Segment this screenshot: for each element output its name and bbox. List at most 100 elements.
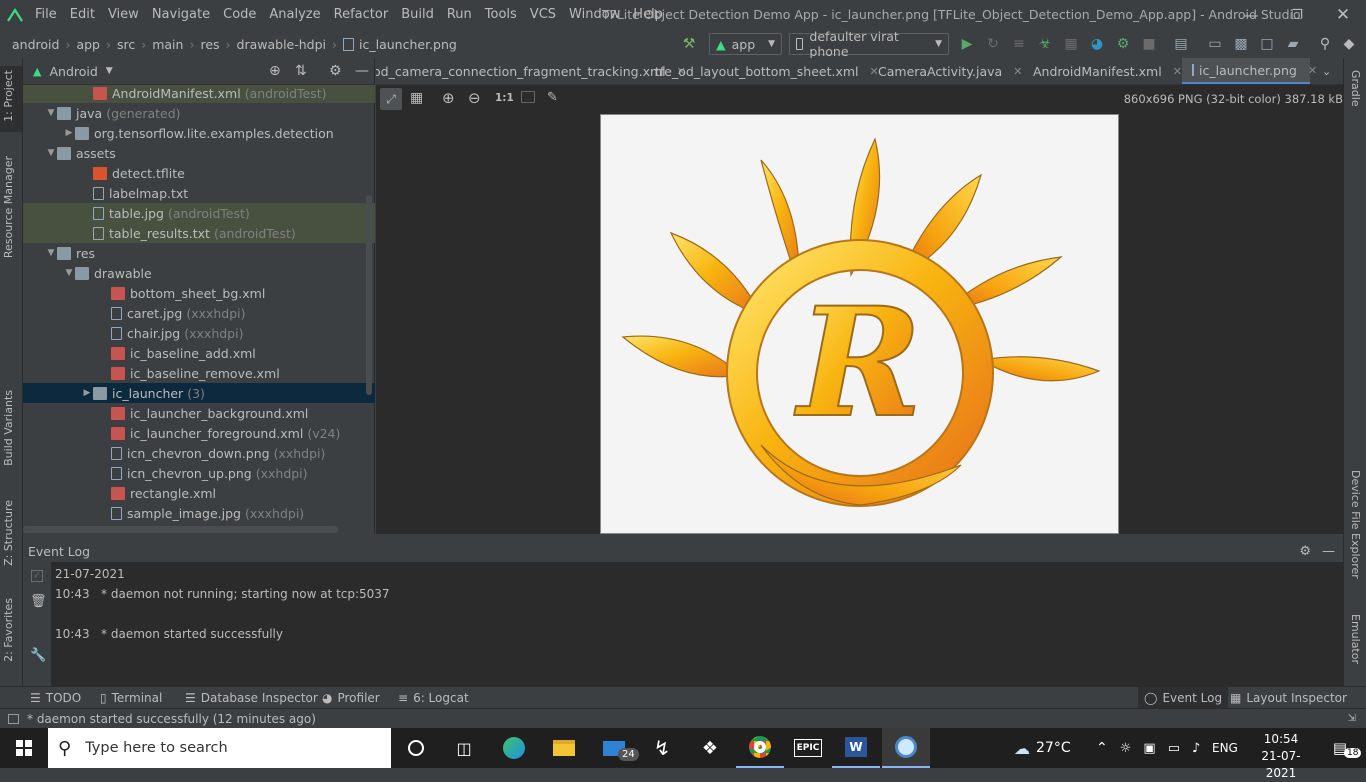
tab-ic-launcher[interactable]: ic_launcher.png ✕	[1182, 58, 1317, 84]
tree-item[interactable]: ▼ assets	[23, 143, 375, 163]
collapse-arrow-icon[interactable]: ▶	[81, 388, 93, 398]
color-picker-icon[interactable]: ✎	[547, 90, 558, 105]
locate-icon[interactable]: ⊕	[269, 63, 281, 79]
edge-app[interactable]	[490, 728, 538, 768]
breadcrumb-item[interactable]: android	[12, 37, 59, 52]
tab-logcat[interactable]: ≡ 6: Logcat	[398, 687, 469, 709]
grid-icon[interactable]: ▦	[410, 90, 423, 106]
tree-item[interactable]: icn_chevron_down.png (xxhdpi)	[23, 443, 375, 463]
device-select[interactable]: defaulter virat phone ▼	[789, 29, 949, 59]
chrome-app[interactable]	[736, 728, 784, 768]
tree-horizontal-scrollbar[interactable]	[23, 526, 338, 533]
ide-settings-icon[interactable]: ◆	[1341, 36, 1357, 52]
menu-navigate[interactable]: Navigate	[147, 0, 218, 30]
word-app[interactable]: W	[832, 728, 880, 768]
tree-item[interactable]: rectangle.xml	[23, 483, 375, 503]
gear-icon[interactable]: ⚙	[1299, 544, 1311, 559]
tab-event-log[interactable]: ◯ Event Log	[1138, 687, 1229, 709]
menu-file[interactable]: File	[30, 0, 65, 30]
app-lightning[interactable]: ↯	[638, 728, 686, 768]
tree-item[interactable]: ▼ drawable	[23, 263, 375, 283]
breadcrumb-item[interactable]: drawable-hdpi	[237, 37, 327, 52]
hide-panel-icon[interactable]: —	[1322, 544, 1335, 559]
tree-item[interactable]: ▶ org.tensorflow.lite.examples.detection	[23, 123, 375, 143]
tree-item[interactable]: ic_launcher_background.xml	[23, 403, 375, 423]
menu-edit[interactable]: Edit	[65, 0, 103, 30]
project-structure-icon[interactable]: ▤	[1173, 36, 1189, 52]
expand-arrow-icon[interactable]: ▼	[45, 148, 57, 158]
mark-read-icon[interactable]: ✓	[31, 570, 43, 582]
tab-device-file-explorer[interactable]: Device File Explorer	[1349, 470, 1362, 579]
tree-item[interactable]: AndroidManifest.xml (androidTest)	[23, 85, 375, 103]
tree-item[interactable]: table.jpg (androidTest)	[23, 203, 375, 223]
close-icon[interactable]: ✕	[1173, 65, 1182, 78]
status-message[interactable]: * daemon started successfully (12 minute…	[27, 712, 316, 726]
gear-icon[interactable]: ⚙	[329, 63, 342, 79]
tree-item[interactable]: ▶ ic_launcher (3)	[23, 383, 375, 403]
tab-emulator[interactable]: Emulator	[1349, 614, 1362, 664]
volume-icon[interactable]: ♪	[1192, 741, 1200, 756]
background-toggle-icon[interactable]	[521, 91, 535, 103]
tree-scrollbar[interactable]	[366, 195, 372, 395]
collapse-all-icon[interactable]: ⇅	[295, 63, 307, 79]
restore-button[interactable]: ❐	[1274, 0, 1320, 30]
taskbar-search[interactable]: ⚲	[48, 728, 391, 768]
tab-build-variants[interactable]: Build Variants	[2, 390, 15, 466]
tab-android-manifest[interactable]: AndroidManifest.xml ✕	[1028, 58, 1182, 84]
menu-tools[interactable]: Tools	[480, 0, 525, 30]
tree-item[interactable]: detect.tflite	[23, 163, 375, 183]
actual-size-button[interactable]: 1:1	[495, 92, 514, 104]
tree-item[interactable]: ic_launcher_foreground.xml (v24)	[23, 423, 375, 443]
menu-vcs[interactable]: VCS	[525, 0, 564, 30]
tree-item[interactable]: caret.jpg (xxxhdpi)	[23, 303, 375, 323]
menu-view[interactable]: View	[103, 0, 147, 30]
wifi-icon[interactable]: ☼	[1120, 741, 1132, 756]
tree-item[interactable]: ▼ java (generated)	[23, 103, 375, 123]
close-icon[interactable]: ✕	[1308, 64, 1317, 77]
panel-toggle-icon[interactable]	[8, 713, 19, 724]
attach-debugger-icon[interactable]: ▦	[1063, 36, 1079, 52]
dropbox-app[interactable]: ❖	[686, 728, 734, 768]
apply-changes-icon[interactable]: ≡	[1011, 36, 1027, 52]
breadcrumb-item[interactable]: src	[117, 37, 135, 52]
menu-refactor[interactable]: Refactor	[329, 0, 397, 30]
expand-arrow-icon[interactable]: ▼	[45, 248, 57, 258]
build-hammer-icon[interactable]: ⚒	[681, 36, 697, 52]
notification-center[interactable]: ▤ 18	[1316, 728, 1364, 768]
trash-icon[interactable]: 🗑	[30, 594, 47, 609]
minimize-button[interactable]: —	[1228, 0, 1274, 30]
menu-code[interactable]: Code	[218, 0, 264, 30]
tab-od-camera-fragment[interactable]: od_camera_connection_fragment_tracking.x…	[376, 58, 686, 84]
tab-bottom-sheet-layout[interactable]: tfe_od_layout_bottom_sheet.xml ✕	[650, 58, 879, 84]
plugins-icon[interactable]: ▰	[1285, 36, 1301, 52]
avd-manager-icon[interactable]: ▩	[1233, 36, 1249, 52]
tree-item[interactable]: chair.jpg (xxxhdpi)	[23, 323, 375, 343]
zoom-in-icon[interactable]: ⊕	[442, 89, 455, 107]
chevron-up-icon[interactable]: ⌃	[1096, 740, 1108, 756]
start-button[interactable]	[0, 728, 48, 768]
expand-arrow-icon[interactable]: ▼	[63, 268, 75, 278]
run-icon[interactable]: ▶	[959, 36, 975, 52]
tab-todo[interactable]: ☰ TODO	[30, 687, 81, 709]
profile-icon[interactable]: ◕	[1089, 36, 1105, 52]
menu-run[interactable]: Run	[442, 0, 480, 30]
clock[interactable]: 10:54 21-07-2021	[1252, 731, 1310, 782]
run-config-select[interactable]: ▲ app ▼	[709, 33, 782, 55]
stop-icon[interactable]: ■	[1141, 36, 1157, 52]
fit-zoom-icon[interactable]: ⤢	[380, 88, 402, 110]
tab-profiler[interactable]: ◕ Profiler	[322, 687, 380, 709]
tab-layout-inspector[interactable]: ▦ Layout Inspector	[1230, 687, 1347, 709]
search-icon[interactable]: ⚲	[1317, 36, 1333, 52]
cortana-button[interactable]	[392, 728, 440, 768]
tab-project[interactable]: 1: Project	[2, 70, 15, 122]
rerun-icon[interactable]: ↻	[985, 36, 1001, 52]
close-icon[interactable]: ✕	[1013, 65, 1022, 78]
menu-build[interactable]: Build	[396, 0, 442, 30]
sdk-manager-icon[interactable]: □	[1259, 36, 1275, 52]
breadcrumb-item[interactable]: res	[200, 37, 219, 52]
tree-item[interactable]: bottom_sheet_bg.xml	[23, 283, 375, 303]
attach-process-icon[interactable]: ⚙	[1115, 36, 1131, 52]
android-studio-app[interactable]	[882, 728, 930, 768]
tab-resource-manager[interactable]: Resource Manager	[2, 156, 15, 258]
tree-item[interactable]: labelmap.txt	[23, 183, 375, 203]
